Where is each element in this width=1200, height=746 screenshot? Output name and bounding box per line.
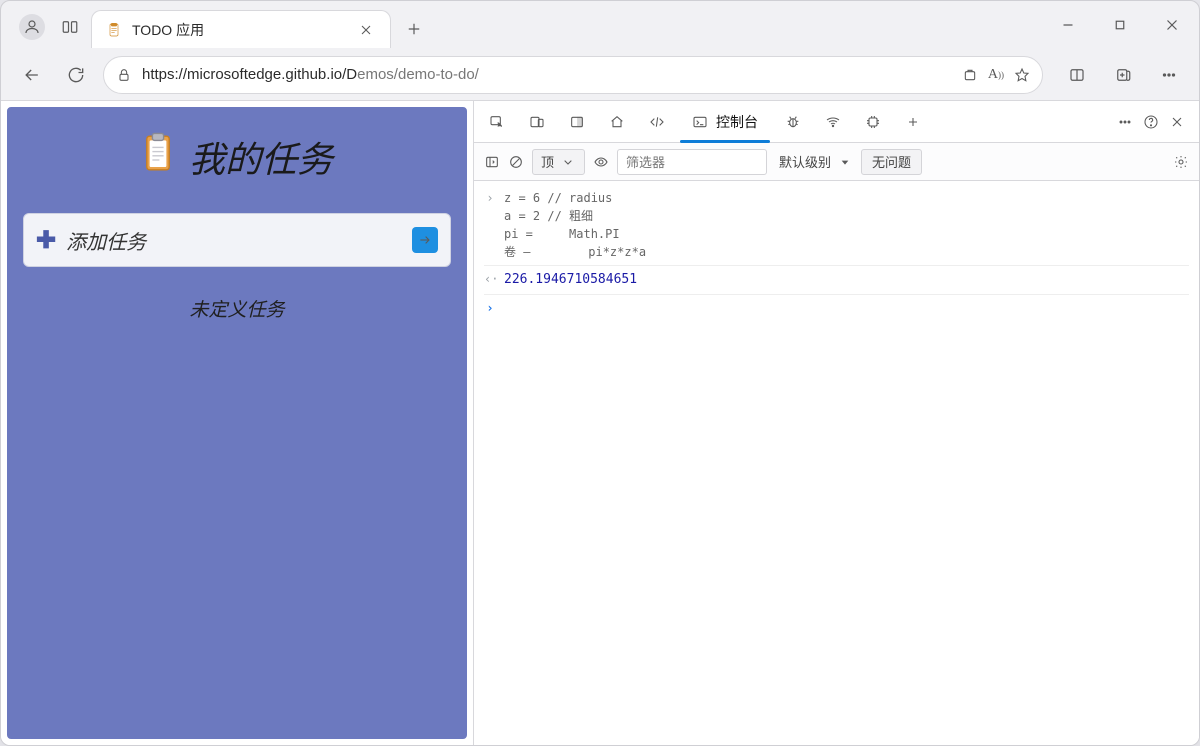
devtools-close-button[interactable] (1169, 114, 1185, 130)
address-bar: https://microsoftedge.github.io/Demos/de… (1, 49, 1199, 101)
console-prompt[interactable]: › (484, 297, 1189, 321)
live-expression-button[interactable] (593, 154, 609, 170)
window-maximize-button[interactable] (1097, 5, 1143, 45)
dock-side-button[interactable] (558, 101, 596, 142)
browser-tab[interactable]: TODO 应用 (91, 10, 391, 48)
chevron-down-icon (560, 154, 576, 170)
plus-icon: ✚ (36, 226, 56, 255)
code-icon (649, 114, 665, 130)
refresh-button[interactable] (59, 58, 93, 92)
devtools-network-tab[interactable] (814, 101, 852, 142)
bug-icon (785, 114, 801, 130)
titlebar: TODO 应用 (1, 1, 1199, 49)
app-available-icon[interactable] (962, 67, 978, 83)
wifi-icon (825, 114, 841, 130)
submit-task-button[interactable] (412, 227, 438, 253)
empty-state-text: 未定义任务 (189, 295, 284, 322)
console-code: z = 6 // radius a = 2 // 粗细 pi = Math.PI… (504, 189, 646, 261)
console-icon (692, 114, 708, 130)
plus-icon (905, 114, 921, 130)
chip-icon (865, 114, 881, 130)
devtools-sources-tab[interactable] (774, 101, 812, 142)
output-marker-icon: ‹· (484, 270, 496, 288)
devtools-console-tab[interactable]: 控制台 (678, 101, 772, 142)
arrow-left-icon (22, 65, 42, 85)
device-icon (529, 114, 545, 130)
tab-title: TODO 应用 (132, 20, 204, 40)
collections-icon (1114, 66, 1132, 84)
inspect-icon (489, 114, 505, 130)
dock-icon (569, 114, 585, 130)
log-level-label: 默认级别 (779, 152, 831, 171)
add-task-input[interactable]: ✚ 添加任务 (23, 213, 451, 267)
titlebar-left-controls (9, 14, 91, 48)
refresh-icon (66, 65, 86, 85)
plus-icon (405, 20, 423, 38)
console-filter-placeholder: 筛选器 (626, 152, 665, 171)
window-controls (1045, 1, 1195, 49)
devtools-panel: 控制台 (473, 101, 1199, 745)
console-filter-input[interactable]: 筛选器 (617, 149, 767, 175)
console-output-entry: ‹· 226.1946710584651 (484, 268, 1189, 292)
add-task-placeholder: 添加任务 (66, 226, 146, 255)
back-button[interactable] (15, 58, 49, 92)
devtools-welcome-tab[interactable] (598, 101, 636, 142)
split-screen-button[interactable] (1061, 58, 1093, 92)
omnibox-url: https://microsoftedge.github.io/Demos/de… (142, 66, 479, 83)
devtools-help-button[interactable] (1143, 114, 1159, 130)
input-marker-icon: › (484, 189, 496, 207)
minimize-icon (1059, 16, 1077, 34)
toolbar-right (1061, 58, 1185, 92)
split-screen-icon (1068, 66, 1086, 84)
ellipsis-icon (1160, 66, 1178, 84)
device-toolbar-button[interactable] (518, 101, 556, 142)
console-toolbar: 顶 筛选器 默认级别 无问题 (474, 143, 1199, 181)
clipboard-icon (141, 132, 175, 183)
profile-avatar[interactable] (19, 14, 45, 40)
window-minimize-button[interactable] (1045, 5, 1091, 45)
toggle-sidebar-button[interactable] (484, 154, 500, 170)
more-menu-button[interactable] (1153, 58, 1185, 92)
favorite-star-icon[interactable] (1014, 67, 1030, 83)
maximize-icon (1111, 16, 1129, 34)
dropdown-caret-icon (837, 154, 853, 170)
tab-favicon-icon (106, 22, 122, 38)
window-close-button[interactable] (1149, 5, 1195, 45)
close-icon (1163, 16, 1181, 34)
todo-app: 我的任务 ✚ 添加任务 未定义任务 (3, 103, 471, 743)
issues-label: 无问题 (872, 152, 911, 171)
context-selector[interactable]: 顶 (532, 149, 585, 175)
home-icon (609, 114, 625, 130)
console-result: 226.1946710584651 (504, 270, 637, 290)
workspaces-icon[interactable] (61, 18, 79, 36)
devtools-more-tabs-button[interactable] (894, 101, 932, 142)
omnibox[interactable]: https://microsoftedge.github.io/Demos/de… (103, 56, 1043, 94)
prompt-marker-icon: › (484, 299, 496, 317)
collections-button[interactable] (1107, 58, 1139, 92)
devtools-tabbar: 控制台 (474, 101, 1199, 143)
read-aloud-icon[interactable]: A)) (988, 67, 1004, 83)
app-title: 我的任务 (189, 131, 333, 183)
person-icon (23, 18, 41, 36)
arrow-right-icon (417, 232, 433, 248)
console-output[interactable]: › z = 6 // radius a = 2 // 粗细 pi = Math.… (474, 181, 1199, 745)
console-input-entry: › z = 6 // radius a = 2 // 粗细 pi = Math.… (484, 187, 1189, 263)
browser-window: TODO 应用 (0, 0, 1200, 746)
site-info-lock-icon[interactable] (116, 67, 132, 83)
inspect-element-button[interactable] (478, 101, 516, 142)
content-area: 我的任务 ✚ 添加任务 未定义任务 (1, 101, 1199, 745)
log-level-selector[interactable]: 默认级别 (779, 152, 853, 171)
app-heading: 我的任务 (141, 131, 333, 183)
devtools-elements-tab[interactable] (638, 101, 676, 142)
console-settings-button[interactable] (1173, 154, 1189, 170)
devtools-memory-tab[interactable] (854, 101, 892, 142)
issues-button[interactable]: 无问题 (861, 149, 922, 175)
context-selector-label: 顶 (541, 152, 554, 171)
new-tab-button[interactable] (397, 12, 431, 46)
devtools-more-menu-button[interactable] (1117, 114, 1133, 130)
clear-console-button[interactable] (508, 154, 524, 170)
tab-close-button[interactable] (356, 20, 376, 40)
devtools-console-tab-label: 控制台 (716, 112, 758, 132)
